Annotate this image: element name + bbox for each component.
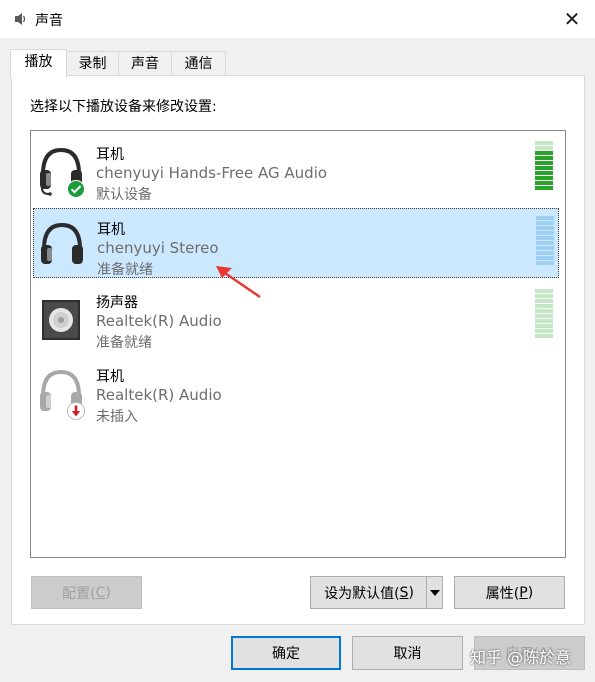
meter-segment: [536, 236, 554, 240]
device-name: 耳机: [97, 222, 125, 238]
meter-segment: [535, 156, 553, 160]
unplugged-badge-icon: [67, 402, 85, 420]
meter-segment: [535, 146, 553, 150]
title-bar: 声音 ✕: [0, 0, 595, 38]
volume-meter: [535, 141, 553, 191]
meter-segment: [535, 329, 553, 333]
properties-label: 属性(: [485, 585, 520, 602]
set-default-accelerator: S: [399, 584, 409, 601]
properties-accelerator: P: [519, 584, 528, 601]
meter-segment: [536, 221, 554, 225]
set-default-label-suffix: ): [408, 584, 414, 601]
meter-segment: [536, 231, 554, 235]
meter-segment: [535, 319, 553, 323]
device-name: 扬声器: [96, 295, 138, 311]
meter-segment: [536, 261, 554, 265]
tab-recording[interactable]: 录制: [66, 51, 119, 76]
meter-segment: [536, 256, 554, 260]
meter-segment: [535, 289, 553, 293]
meter-segment: [536, 246, 554, 250]
meter-segment: [535, 314, 553, 318]
device-description: Realtek(R) Audio: [96, 312, 222, 330]
meter-segment: [535, 141, 553, 145]
device-status: 默认设备: [96, 187, 152, 203]
headphones-icon: [41, 222, 83, 264]
speaker-app-icon: [15, 13, 26, 25]
volume-meter: [535, 289, 553, 339]
device-description: Realtek(R) Audio: [96, 386, 222, 404]
device-status: 未插入: [96, 409, 138, 425]
tab-sounds[interactable]: 声音: [118, 51, 172, 76]
properties-label-suffix: ): [527, 584, 534, 601]
device-description: chenyuyi Stereo: [97, 239, 219, 257]
meter-segment: [535, 324, 553, 328]
meter-segment: [535, 161, 553, 165]
meter-segment: [536, 216, 554, 220]
watermark: 知乎 @陈於意: [470, 648, 572, 667]
device-item-speaker[interactable]: 扬声器 Realtek(R) Audio 准备就绪: [33, 282, 559, 352]
configure-button[interactable]: 配置(C): [31, 576, 142, 609]
device-item-headphones-handsfree[interactable]: 耳机 chenyuyi Hands-Free AG Audio 默认设备: [33, 134, 559, 204]
close-icon: ✕: [563, 7, 581, 31]
default-check-badge-icon: [67, 180, 85, 198]
configure-label-suffix: ): [105, 584, 111, 601]
ok-button[interactable]: 确定: [231, 636, 341, 670]
device-name: 耳机: [96, 147, 124, 163]
close-button[interactable]: ✕: [549, 0, 595, 38]
configure-accelerator: C: [95, 584, 106, 601]
meter-segment: [535, 166, 553, 170]
chevron-down-icon: [429, 589, 440, 596]
meter-segment: [535, 309, 553, 313]
window-title: 声音: [35, 13, 63, 29]
set-default-button[interactable]: 设为默认值(S): [310, 576, 427, 609]
device-description: chenyuyi Hands-Free AG Audio: [96, 164, 328, 182]
device-status: 准备就绪: [97, 262, 153, 278]
speaker-icon: [42, 300, 80, 340]
meter-segment: [535, 304, 553, 308]
meter-segment: [536, 241, 554, 245]
meter-segment: [535, 181, 553, 185]
meter-segment: [535, 294, 553, 298]
device-item-headphones-realtek[interactable]: 耳机 Realtek(R) Audio 未插入: [33, 356, 559, 426]
meter-segment: [535, 151, 553, 155]
meter-segment: [535, 186, 553, 190]
device-item-headphones-stereo[interactable]: 耳机 chenyuyi Stereo 准备就绪: [33, 208, 559, 299]
playback-panel: 选择以下播放设备来修改设置: 耳机 chenyuyi Hands-Free AG…: [11, 75, 585, 625]
configure-label: 配置(: [62, 585, 96, 602]
meter-segment: [535, 334, 553, 338]
meter-segment: [536, 226, 554, 230]
meter-segment: [535, 299, 553, 303]
volume-meter: [536, 216, 554, 266]
device-name: 耳机: [96, 369, 124, 385]
set-default-label: 设为默认值(: [324, 585, 400, 602]
set-default-dropdown[interactable]: [426, 576, 443, 609]
device-status: 准备就绪: [96, 335, 152, 351]
device-list[interactable]: 耳机 chenyuyi Hands-Free AG Audio 默认设备 耳机 …: [30, 130, 566, 558]
tab-communications[interactable]: 通信: [171, 51, 226, 76]
tab-playback[interactable]: 播放: [10, 49, 67, 78]
meter-segment: [535, 176, 553, 180]
properties-button[interactable]: 属性(P): [454, 576, 565, 609]
cancel-button[interactable]: 取消: [352, 636, 463, 670]
meter-segment: [535, 171, 553, 175]
instruction-text: 选择以下播放设备来修改设置:: [30, 99, 217, 115]
meter-segment: [536, 251, 554, 255]
